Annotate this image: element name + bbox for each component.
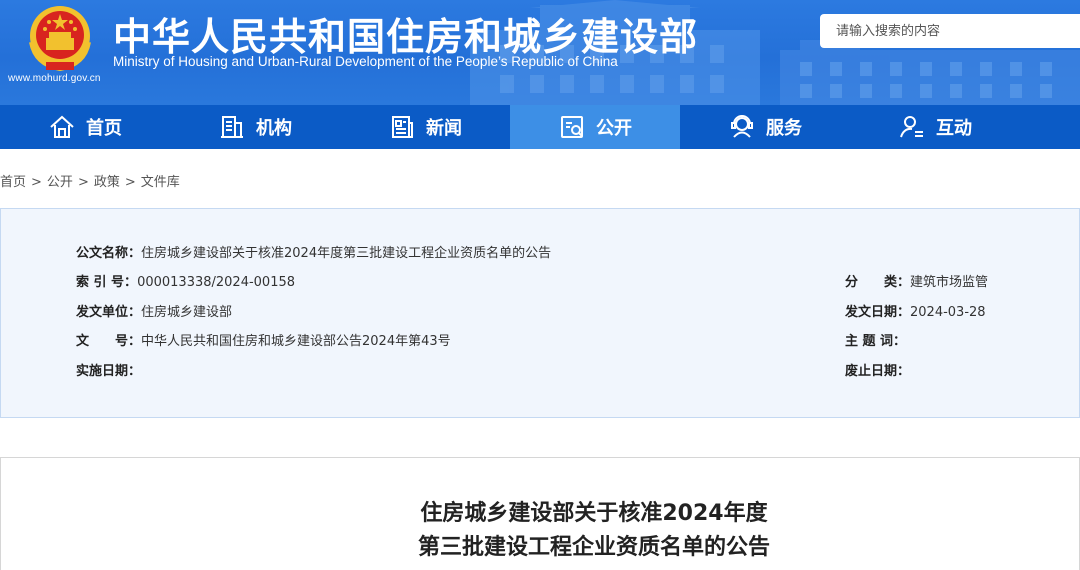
effective-date-label: 实施日期：: [76, 364, 142, 379]
doc-number-label: 文 号：: [76, 334, 142, 349]
news-icon: [392, 116, 413, 138]
document-title-line-2: 第三批建设工程企业资质名单的公告: [417, 535, 770, 560]
issue-date-value: 2024-03-28: [910, 305, 986, 320]
document-title-line-1: 住房城乡建设部关于核准2024年度: [420, 501, 768, 526]
doc-number-row: 文 号：中华人民共和国住房和城乡建设部公告2024年第43号: [76, 330, 451, 349]
site-header: www.mohurd.gov.cn 中华人民共和国住房和城乡建设部 Minist…: [0, 0, 1080, 105]
interaction-icon: [900, 116, 923, 138]
disclosure-icon: [561, 116, 583, 138]
ministry-title-cn: 中华人民共和国住房和城乡建设部: [113, 15, 699, 59]
breadcrumb-separator: >: [124, 175, 136, 190]
nav-item-interaction[interactable]: 互动: [850, 105, 1020, 149]
effective-date-row: 实施日期：: [76, 360, 141, 379]
category-value: 建筑市场监管: [910, 275, 989, 290]
breadcrumb-home[interactable]: 首页: [0, 175, 26, 190]
breadcrumb: 首页 > 公开 > 政策 > 文件库: [0, 171, 180, 190]
category-label: 分 类：: [845, 275, 911, 290]
index-row: 索 引 号：000013338/2024-00158: [76, 271, 295, 290]
nav-item-disclosure[interactable]: 公开: [510, 105, 680, 149]
document-metadata-panel: 公文名称：住房城乡建设部关于核准2024年度第三批建设工程企业资质名单的公告 索…: [0, 208, 1080, 418]
breadcrumb-separator: >: [31, 175, 42, 190]
keywords-row: 主 题 词：: [845, 330, 906, 349]
service-icon: [731, 115, 753, 138]
nav-label: 首页: [86, 118, 122, 139]
nav-label: 新闻: [426, 118, 462, 139]
doc-number-value: 中华人民共和国住房和城乡建设部公告2024年第43号: [141, 334, 451, 349]
nav-label: 机构: [256, 118, 292, 139]
document-title: 住房城乡建设部关于核准2024年度 第三批建设工程企业资质名单的公告: [0, 497, 1080, 565]
search-input[interactable]: [820, 14, 1080, 48]
ministry-title-en: Ministry of Housing and Urban-Rural Deve…: [113, 54, 618, 69]
category-row: 分 类：建筑市场监管: [845, 271, 988, 290]
nav-item-news[interactable]: 新闻: [340, 105, 510, 149]
issuer-label: 发文单位：: [76, 305, 142, 320]
nav-label: 互动: [936, 118, 972, 139]
home-icon: [50, 115, 74, 138]
index-label: 索 引 号：: [76, 275, 138, 290]
nav-label: 服务: [766, 118, 802, 139]
breadcrumb-file-library[interactable]: 文件库: [141, 175, 180, 190]
issue-date-row: 发文日期：2024-03-28: [845, 301, 986, 320]
nav-label: 公开: [596, 118, 632, 139]
keywords-label: 主 题 词：: [845, 334, 907, 349]
doc-name-row: 公文名称：住房城乡建设部关于核准2024年度第三批建设工程企业资质名单的公告: [76, 242, 551, 261]
main-nav: 首页 机构 新闻 公开 服务 互动: [0, 105, 1080, 149]
abolish-date-row: 废止日期：: [845, 360, 910, 379]
national-emblem-icon: [29, 6, 91, 72]
issuer-row: 发文单位：住房城乡建设部: [76, 301, 232, 320]
breadcrumb-separator: >: [77, 175, 89, 190]
nav-item-service[interactable]: 服务: [680, 105, 850, 149]
doc-name-value: 住房城乡建设部关于核准2024年度第三批建设工程企业资质名单的公告: [141, 246, 552, 261]
breadcrumb-policy[interactable]: 政策: [94, 175, 120, 190]
index-value: 000013338/2024-00158: [137, 275, 296, 290]
issuer-value: 住房城乡建设部: [141, 305, 233, 320]
abolish-date-label: 废止日期：: [845, 364, 911, 379]
nav-item-more[interactable]: [1020, 105, 1080, 149]
site-url[interactable]: www.mohurd.gov.cn: [8, 73, 101, 84]
building-icon: [221, 116, 243, 138]
issue-date-label: 发文日期：: [845, 305, 911, 320]
nav-item-organization[interactable]: 机构: [170, 105, 340, 149]
doc-name-label: 公文名称：: [76, 246, 142, 261]
nav-item-home[interactable]: 首页: [0, 105, 170, 149]
breadcrumb-disclosure[interactable]: 公开: [47, 175, 73, 190]
